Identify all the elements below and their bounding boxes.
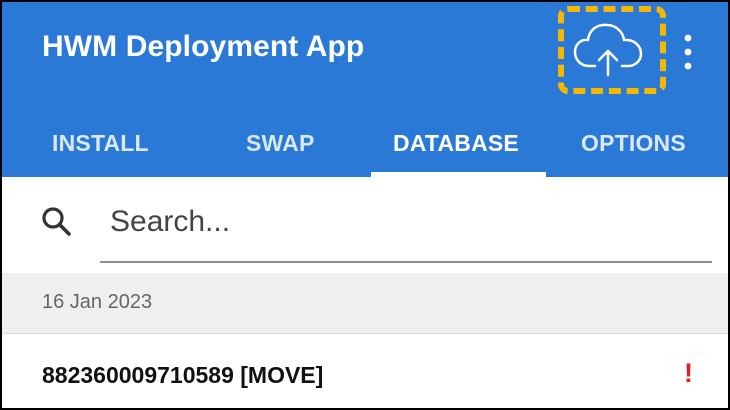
search-underline: [100, 261, 712, 263]
more-vert-icon: [684, 34, 692, 70]
app-bar: HWM Deployment App INSTALL SWAP DATABASE…: [2, 2, 728, 177]
list-item[interactable]: 882360009710589 [MOVE] !: [2, 333, 728, 408]
tab-options[interactable]: OPTIONS: [581, 130, 686, 157]
date-header-label: 16 Jan 2023: [42, 291, 153, 313]
app-frame: HWM Deployment App INSTALL SWAP DATABASE…: [0, 0, 730, 410]
search-icon: [42, 207, 71, 236]
tab-database[interactable]: DATABASE: [393, 130, 519, 157]
highlight-dashed-box: [558, 6, 666, 94]
overflow-menu-button[interactable]: [680, 32, 696, 72]
alert-icon: !: [684, 358, 693, 388]
tab-install[interactable]: INSTALL: [52, 130, 149, 157]
search-input[interactable]: [110, 199, 670, 245]
tab-swap[interactable]: SWAP: [246, 130, 315, 157]
date-section-header: 16 Jan 2023: [2, 273, 728, 333]
tab-bar: INSTALL SWAP DATABASE OPTIONS: [2, 120, 728, 177]
app-title: HWM Deployment App: [42, 30, 365, 63]
list-item-label: 882360009710589 [MOVE]: [42, 362, 324, 388]
search-bar: [2, 177, 728, 273]
